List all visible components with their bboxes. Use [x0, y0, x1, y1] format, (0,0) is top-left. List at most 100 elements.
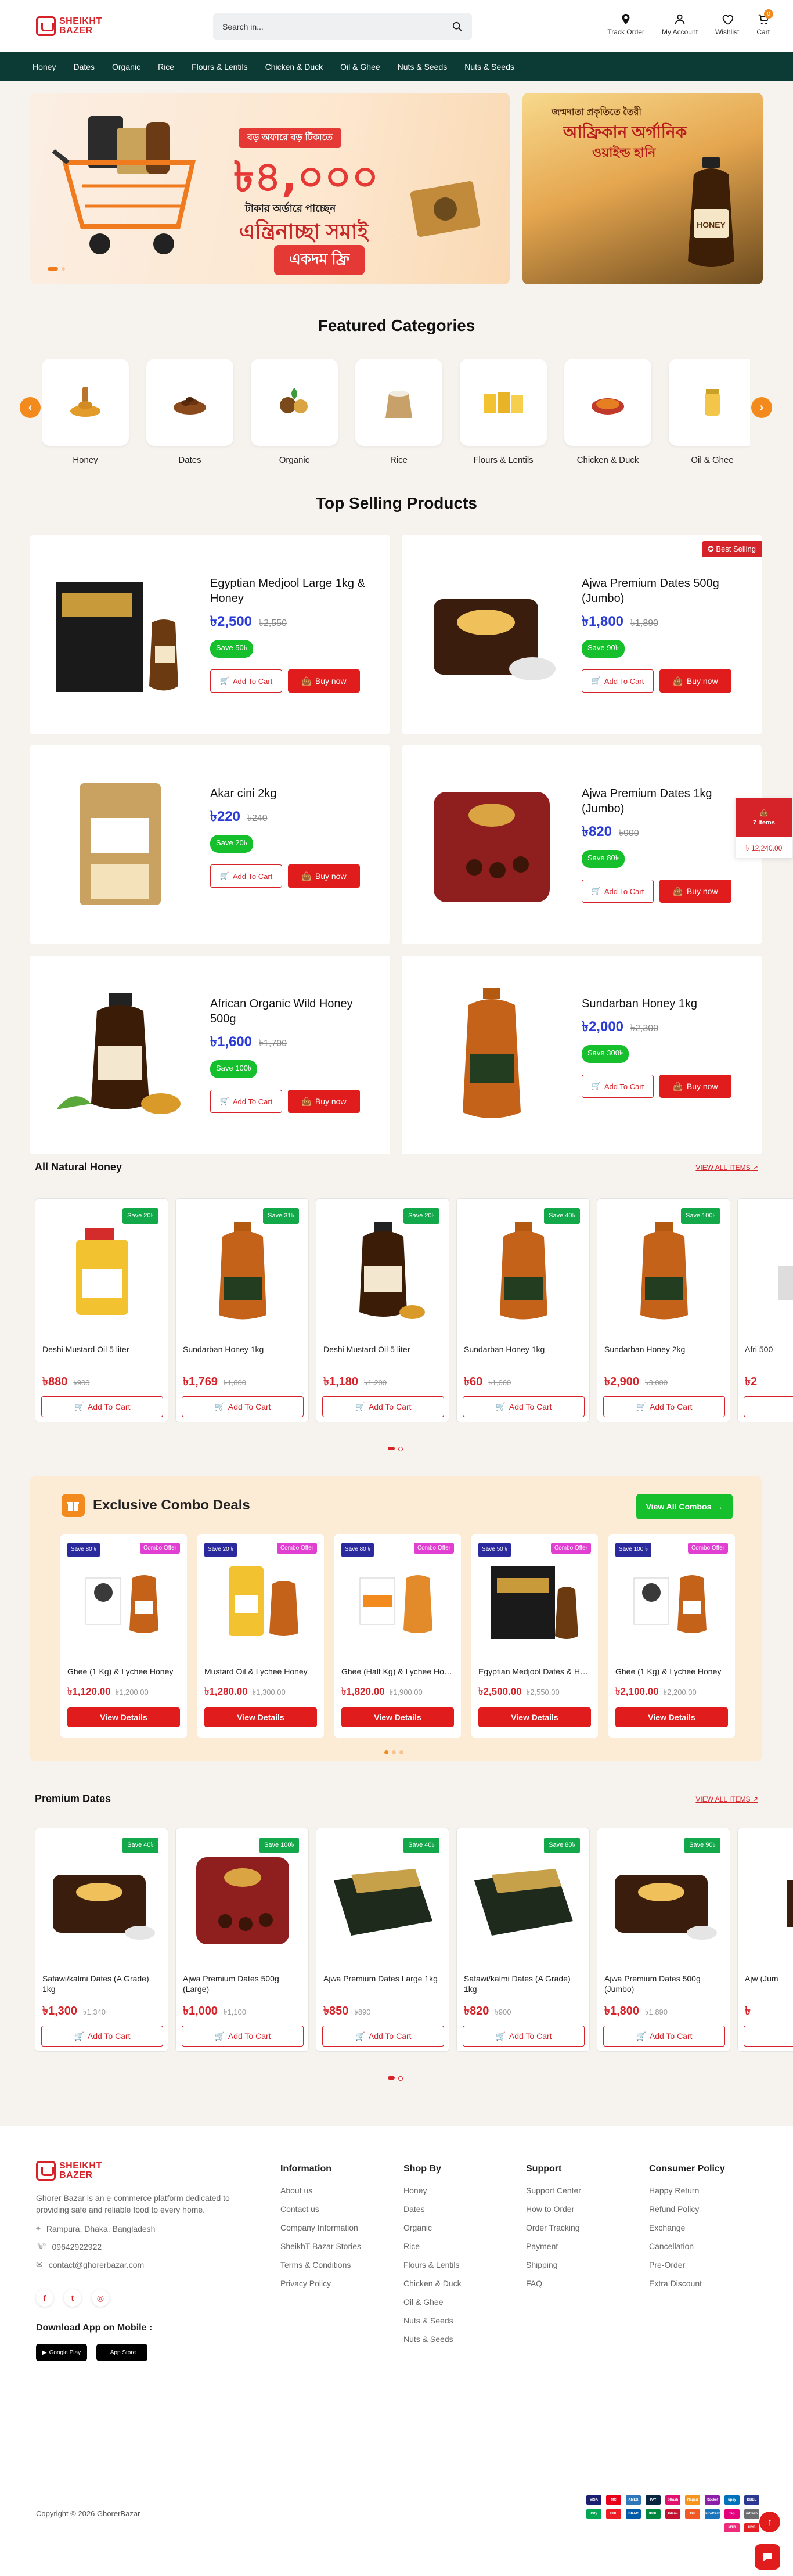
product-card[interactable]: Save 31৳ Sundarban Honey 1kg ৳1,769 ৳1,80…	[175, 1198, 309, 1422]
combo-card[interactable]: Save 50 ৳ Combo Offer Egyptian Medjool D…	[471, 1534, 598, 1738]
footer-link[interactable]: Nuts & Seeds	[403, 2316, 462, 2325]
category-organic[interactable]: Organic	[251, 359, 338, 469]
add-to-cart-button[interactable]: 🛒 Add To Cart	[603, 1396, 725, 1417]
product-name[interactable]: Sundarban Honey 1kg	[582, 996, 750, 1011]
product-name[interactable]: Sundarban Honey 1kg	[464, 1344, 582, 1354]
product-card[interactable]: Save 20৳ Deshi Mustard Oil 5 liter ৳1,18…	[316, 1198, 449, 1422]
footer-email[interactable]: ✉ contact@ghorerbazar.com	[36, 2260, 245, 2269]
product-card[interactable]: Save 20৳ Deshi Mustard Oil 5 liter ৳880 ৳…	[35, 1198, 168, 1422]
category-chicken-duck[interactable]: Chicken & Duck	[564, 359, 651, 469]
product-name[interactable]: Deshi Mustard Oil 5 liter	[323, 1344, 442, 1354]
add-to-cart-button[interactable]	[744, 2026, 793, 2047]
footer-link[interactable]: Order Tracking	[526, 2223, 581, 2232]
product-card[interactable]: Save 100৳ Ajwa Premium Dates 500g (Large…	[175, 1828, 309, 2052]
combo-card[interactable]: Save 80 ৳ Combo Offer Ghee (Half Kg) & L…	[334, 1534, 461, 1738]
product-name[interactable]: Safawi/kalmi Dates (A Grade) 1kg	[464, 1973, 582, 1994]
add-to-cart-button[interactable]: 🛒 Add To Cart	[463, 2026, 585, 2047]
footer-link[interactable]: SheikhT Bazar Stories	[280, 2242, 361, 2251]
combo-pagination[interactable]	[384, 1750, 403, 1754]
add-to-cart-button[interactable]: 🛒 Add To Cart	[322, 2026, 444, 2047]
search-icon[interactable]	[452, 21, 463, 32]
nav-flours-lentils[interactable]: Flours & Lentils	[192, 62, 247, 71]
add-to-cart-button[interactable]: 🛒 Add To Cart	[210, 1090, 282, 1113]
footer-link[interactable]: Terms & Conditions	[280, 2260, 361, 2269]
top-product-card[interactable]: Sundarban Honey 1kg ৳2,000 ৳2,300 Save 30…	[402, 956, 762, 1154]
product-name[interactable]: Sundarban Honey 2kg	[604, 1344, 723, 1354]
wishlist-button[interactable]: Wishlist	[715, 13, 739, 36]
top-product-card[interactable]: ✪ Best Selling Ajwa Premium Dates 500g (…	[402, 535, 762, 734]
combo-card[interactable]: Save 80 ৳ Combo Offer Ghee (1 Kg) & Lych…	[60, 1534, 187, 1738]
footer-link[interactable]: Exchange	[649, 2223, 725, 2232]
view-all-honey-link[interactable]: VIEW ALL ITEMS ↗	[695, 1163, 758, 1172]
view-all-dates-link[interactable]: VIEW ALL ITEMS ↗	[695, 1795, 758, 1803]
top-product-card[interactable]: Ajwa Premium Dates 1kg (Jumbo) ৳820 ৳900 …	[402, 745, 762, 944]
product-card[interactable]: Afri 500 ৳2	[737, 1198, 793, 1422]
product-name[interactable]: Ajw (Jum	[745, 1973, 793, 1984]
combo-name[interactable]: Ghee (1 Kg) & Lychee Honey	[67, 1667, 180, 1676]
add-to-cart-button[interactable]: 🛒 Add To Cart	[210, 669, 282, 693]
view-details-button[interactable]: View Details	[615, 1707, 728, 1727]
buy-now-button[interactable]: 👜 Buy now	[288, 669, 360, 693]
footer-link[interactable]: Shipping	[526, 2260, 581, 2269]
add-to-cart-button[interactable]: 🛒 Add To Cart	[582, 880, 654, 903]
nav-rice[interactable]: Rice	[158, 62, 174, 71]
add-to-cart-button[interactable]: 🛒 Add To Cart	[603, 2026, 725, 2047]
product-name[interactable]: Safawi/kalmi Dates (A Grade) 1kg	[42, 1973, 161, 1994]
add-to-cart-button[interactable]: 🛒 Add To Cart	[463, 1396, 585, 1417]
add-to-cart-button[interactable]: 🛒 Add To Cart	[182, 1396, 304, 1417]
add-to-cart-button[interactable]: 🛒 Add To Cart	[210, 864, 282, 888]
nav-honey[interactable]: Honey	[33, 62, 56, 71]
site-logo[interactable]: SHEIKHT BAZER	[36, 16, 102, 36]
product-name[interactable]: Ajwa Premium Dates 500g (Jumbo)	[582, 576, 750, 606]
product-name[interactable]: Sundarban Honey 1kg	[183, 1344, 301, 1354]
top-product-card[interactable]: Akar cini 2kg ৳220 ৳240 Save 20৳ 🛒 Add To …	[30, 745, 390, 944]
category-dates[interactable]: Dates	[146, 359, 233, 469]
footer-logo[interactable]: SHEIKHT BAZER	[36, 2161, 245, 2181]
footer-link[interactable]: Rice	[403, 2242, 462, 2251]
footer-link[interactable]: Support Center	[526, 2186, 581, 2195]
footer-link[interactable]: FAQ	[526, 2279, 581, 2288]
view-details-button[interactable]: View Details	[67, 1707, 180, 1727]
product-card[interactable]: Save 80৳ Safawi/kalmi Dates (A Grade) 1k…	[456, 1828, 590, 2052]
honey-row-pagination[interactable]	[388, 1447, 403, 1451]
dates-row-pagination[interactable]	[388, 2076, 403, 2081]
facebook-icon[interactable]: f	[36, 2289, 53, 2307]
footer-link[interactable]: Oil & Ghee	[403, 2297, 462, 2307]
track-order-button[interactable]: Track Order	[607, 13, 644, 36]
category-oil-ghee[interactable]: Oil & Ghee	[669, 359, 750, 469]
add-to-cart-button[interactable]: 🛒 Add To Cart	[41, 2026, 163, 2047]
product-name[interactable]: Afri 500	[745, 1344, 793, 1354]
view-details-button[interactable]: View Details	[341, 1707, 454, 1727]
view-details-button[interactable]: View Details	[478, 1707, 591, 1727]
main-promo-banner[interactable]: বড় অফারে বড় টিকাতে ৳৪,০০০ টাকার অর্ডার…	[30, 93, 510, 284]
footer-link[interactable]: Honey	[403, 2186, 462, 2195]
buy-now-button[interactable]: 👜 Buy now	[288, 1090, 360, 1113]
combo-card[interactable]: Save 100 ৳ Combo Offer Ghee (1 Kg) & Lyc…	[608, 1534, 735, 1738]
footer-link[interactable]: Privacy Policy	[280, 2279, 361, 2288]
buy-now-button[interactable]: 👜 Buy now	[659, 880, 731, 903]
footer-link[interactable]: Happy Return	[649, 2186, 725, 2195]
instagram-icon[interactable]: ◎	[92, 2289, 109, 2307]
app-store-button[interactable]: App Store	[96, 2344, 147, 2361]
footer-link[interactable]: About us	[280, 2186, 361, 2195]
product-name[interactable]: Ajwa Premium Dates Large 1kg	[323, 1973, 442, 1984]
view-all-combos-button[interactable]: View All Combos →	[636, 1494, 733, 1519]
category-honey[interactable]: Honey	[42, 359, 129, 469]
buy-now-button[interactable]: 👜 Buy now	[659, 1075, 731, 1098]
product-name[interactable]: Akar cini 2kg	[210, 786, 379, 801]
buy-now-button[interactable]: 👜 Buy now	[659, 669, 731, 693]
product-name[interactable]: Ajwa Premium Dates 500g (Large)	[183, 1973, 301, 1994]
add-to-cart-button[interactable]: 🛒 Add To Cart	[182, 2026, 304, 2047]
product-card[interactable]: Save 40৳ Sundarban Honey 1kg ৳60 ৳1,660 🛒…	[456, 1198, 590, 1422]
banner-slider-dots[interactable]	[48, 267, 65, 271]
search-input[interactable]: Search in...	[213, 13, 472, 40]
add-to-cart-button[interactable]: 🛒 Add To Cart	[582, 1075, 654, 1098]
categories-next-button[interactable]: ›	[751, 397, 772, 418]
footer-link[interactable]: Contact us	[280, 2204, 361, 2214]
cart-button[interactable]: 0 Cart	[756, 9, 773, 36]
footer-link[interactable]: Nuts & Seeds	[403, 2334, 462, 2344]
side-promo-banner[interactable]: জন্মদাতা প্রকৃতিতে তৈরী আফ্রিকান অর্গানি…	[522, 93, 763, 284]
footer-link[interactable]: Flours & Lentils	[403, 2260, 462, 2269]
footer-link[interactable]: Company Information	[280, 2223, 361, 2232]
product-name[interactable]: Ajwa Premium Dates 500g (Jumbo)	[604, 1973, 723, 1994]
